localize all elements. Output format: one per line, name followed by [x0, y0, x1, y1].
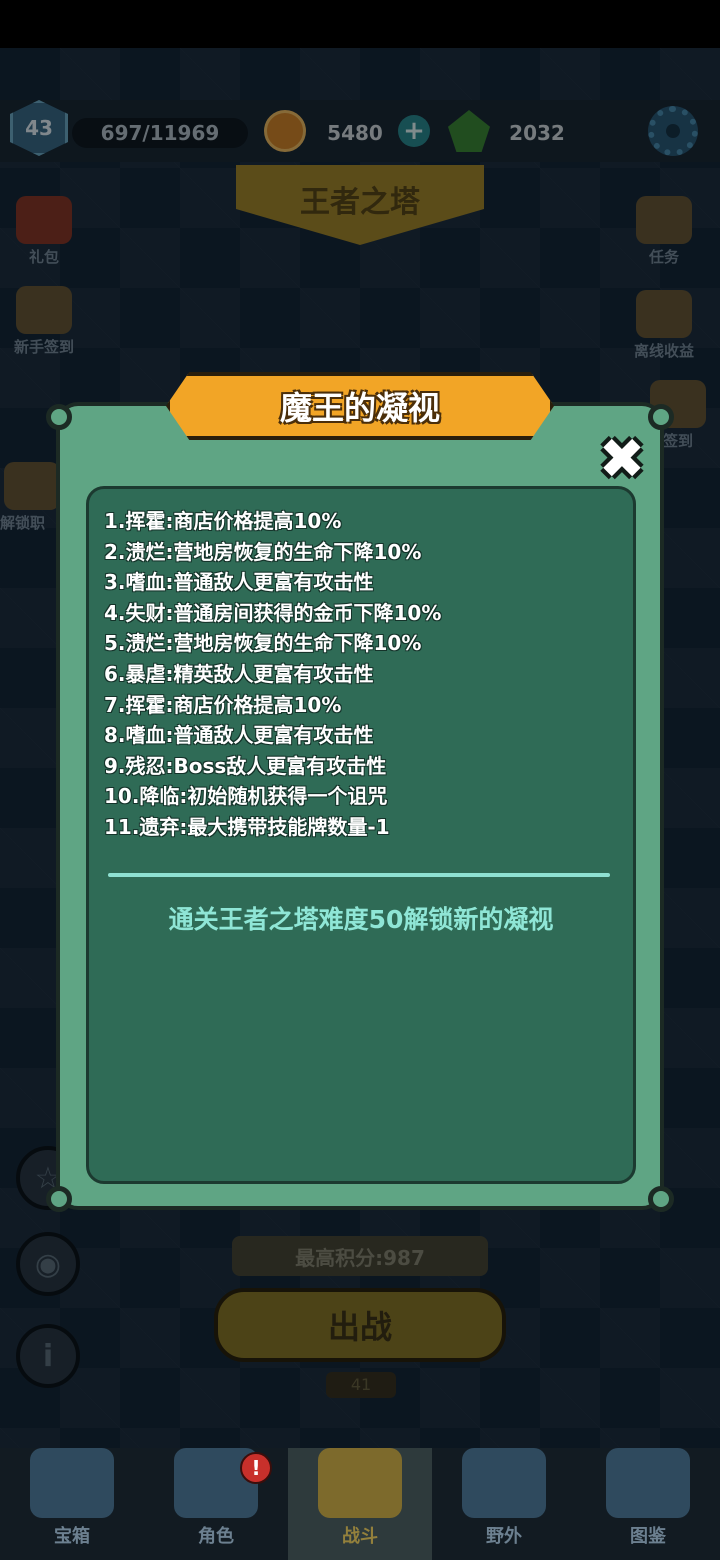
- curse-item: 1.挥霍:商店价格提高10%: [104, 509, 342, 533]
- book-icon: [606, 1448, 690, 1518]
- curse-item: 9.残忍:Boss敌人更富有攻击性: [104, 753, 387, 778]
- bottom-nav: 宝箱 角色 ! 战斗 野外 图鉴: [0, 1448, 720, 1560]
- unlock-hint: 通关王者之塔难度50解锁新的凝视: [168, 905, 554, 934]
- curse-item: 6.暴虐:精英敌人更富有攻击性: [104, 661, 374, 686]
- nav-item-battle[interactable]: 战斗: [288, 1448, 432, 1560]
- curse-item: 7.挥霍:商店价格提高10%: [104, 692, 342, 717]
- corner-ornament: [648, 404, 674, 430]
- alert-badge: !: [240, 1452, 272, 1484]
- curse-item: 4.失财:普通房间获得的金币下降10%: [104, 600, 442, 625]
- nav-item-label: 角色: [198, 1526, 234, 1547]
- nav-item-field[interactable]: 野外: [432, 1448, 576, 1560]
- curse-list: 1.挥霍:商店价格提高10% 2.溃烂:营地房恢复的生命下降10% 3.嗜血:普…: [104, 506, 604, 843]
- curse-item: 2.溃烂:营地房恢复的生命下降10%: [104, 539, 422, 564]
- close-button[interactable]: ✖: [594, 432, 650, 488]
- nav-item-label: 野外: [486, 1526, 522, 1547]
- dialog-title: 魔王的凝视: [166, 372, 554, 440]
- nav-item-label: 图鉴: [630, 1526, 666, 1547]
- curse-item: 5.溃烂:营地房恢复的生命下降10%: [104, 631, 422, 656]
- corner-ornament: [648, 1186, 674, 1212]
- curse-item: 3.嗜血:普通敌人更富有攻击性: [104, 570, 374, 595]
- nav-item-label: 宝箱: [54, 1526, 90, 1547]
- nav-item-label: 战斗: [342, 1526, 378, 1547]
- curse-item: 10.降临:初始随机获得一个诅咒: [104, 784, 388, 809]
- divider: [108, 873, 610, 877]
- corner-ornament: [46, 404, 72, 430]
- battle-icon: [318, 1448, 402, 1518]
- corner-ornament: [46, 1186, 72, 1212]
- nav-item-treasure[interactable]: 宝箱: [0, 1448, 144, 1560]
- curse-item: 11.遗弃:最大携带技能牌数量-1: [104, 814, 390, 839]
- nav-item-character[interactable]: 角色 !: [144, 1448, 288, 1560]
- curse-item: 8.嗜血:普通敌人更富有攻击性: [104, 723, 374, 748]
- castle-icon: [462, 1448, 546, 1518]
- status-bar: [0, 0, 720, 48]
- nav-item-codex[interactable]: 图鉴: [576, 1448, 720, 1560]
- treasure-chest-icon: [30, 1448, 114, 1518]
